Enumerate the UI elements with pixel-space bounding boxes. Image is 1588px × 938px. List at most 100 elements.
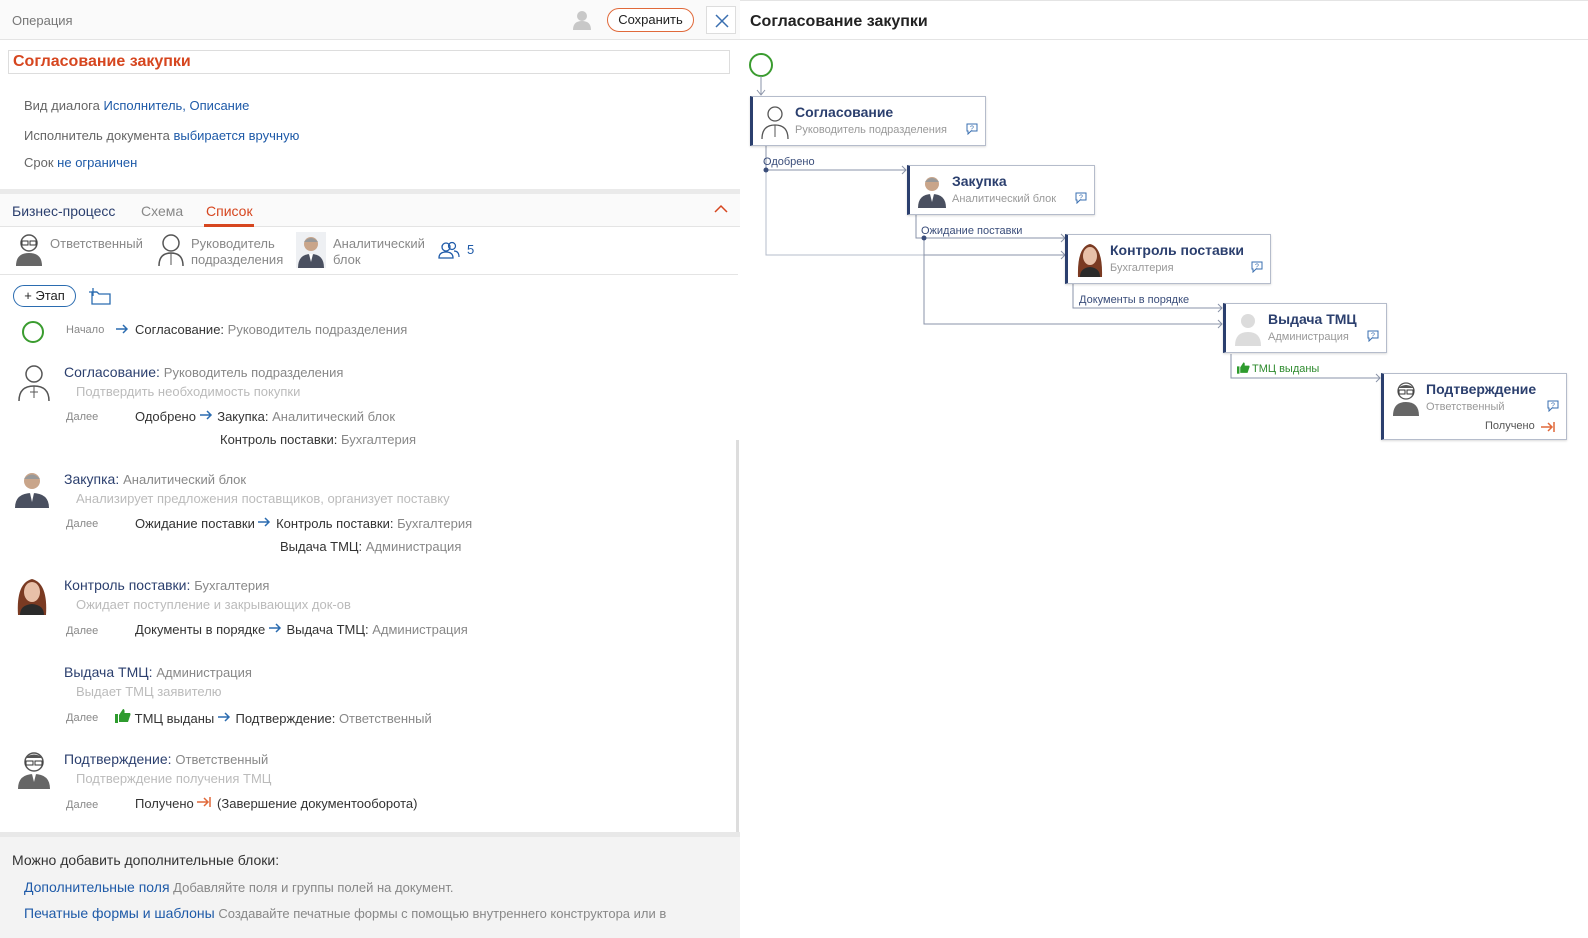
active-tab-indicator [204,224,254,227]
addon-link[interactable]: Печатные формы и шаблоны [24,905,215,921]
svg-text:?: ? [970,126,974,133]
end-arrow-icon [1541,422,1555,432]
user-icon[interactable] [572,10,592,30]
svg-text:?: ? [1371,333,1375,340]
svg-text:?: ? [1079,195,1083,202]
avatar-outline-icon [18,365,50,402]
panel-header: Операция Сохранить [0,0,740,40]
next-label: Далее [66,625,99,637]
stage-title[interactable]: Согласование: Руководитель подразделения [64,364,343,380]
help-icon[interactable]: ? [1250,261,1264,273]
role-responsible[interactable]: Ответственный [14,232,143,271]
stage-desc: Анализирует предложения поставщиков, орг… [76,491,450,506]
role-department-head[interactable]: Руководитель подразделения [156,232,283,271]
start-label: Начало [66,324,105,336]
addon-link[interactable]: Дополнительные поля [24,879,170,895]
avatar-outline-icon [158,234,184,267]
svg-text:?: ? [1255,264,1259,271]
addons-title: Можно добавить дополнительные блоки: [12,852,280,868]
help-icon[interactable]: ? [965,123,979,135]
tab-schema[interactable]: Схема [141,203,183,219]
transition[interactable]: Получено (Завершение документооборота) [135,796,417,811]
transition[interactable]: Ожидание поставки Контроль поставки: Бух… [135,516,472,531]
diagram-node[interactable]: Подтверждение Ответственный ? Получено [1381,373,1567,440]
stage-desc: Ожидает поступление и закрывающих док-ов [76,597,351,612]
edge-label: Одобрено [763,156,815,168]
diagram-node[interactable]: Контроль поставки Бухгалтерия ? [1065,234,1271,284]
svg-text:?: ? [1551,403,1555,410]
edge-label: ТМЦ выданы [1252,363,1320,375]
divider [0,274,738,275]
stage-title[interactable]: Контроль поставки: Бухгалтерия [64,577,269,593]
end-label: Получено [1485,420,1535,432]
tab-business-process[interactable]: Бизнес-процесс [12,203,115,219]
diagram-panel: Согласование закупки Согласование Руково… [740,0,1588,938]
scrollbar[interactable] [736,440,739,870]
stage-title[interactable]: Подтверждение: Ответственный [64,751,268,767]
executor-link[interactable]: выбирается вручную [173,128,299,143]
arrow-right-icon [258,517,271,527]
participants-icon[interactable] [438,241,460,259]
edge-label: Документы в порядке [1079,294,1190,306]
next-label: Далее [66,518,99,530]
stage-desc: Подтверждение получения ТМЦ [76,771,272,786]
diagram-node[interactable]: Выдача ТМЦ Администрация ? [1223,303,1387,353]
close-icon [715,14,729,28]
participants-count[interactable]: 5 [467,242,474,257]
panel-title: Операция [12,13,73,28]
arrow-right-icon [199,410,212,420]
transition[interactable]: Документы в порядке Выдача ТМЦ: Админист… [135,622,468,637]
stage-title[interactable]: Выдача ТМЦ: Администрация [64,664,252,680]
addon-item: Дополнительные поля Добавляйте поля и гр… [24,879,454,895]
chevron-up-icon[interactable] [714,204,728,214]
deadline-link[interactable]: не ограничен [57,155,137,170]
save-button[interactable]: Сохранить [607,8,694,32]
diagram-header: Согласование закупки [740,0,1588,40]
operation-name-input[interactable]: Согласование закупки [8,50,730,74]
avatar-photo-man [918,177,946,208]
avatar-photo-woman [12,575,52,615]
prop-executor: Исполнитель документа выбирается вручную [24,128,300,143]
avatar-outline-icon [761,106,789,139]
diagram-node[interactable]: Согласование Руководитель подразделения … [750,96,986,146]
avatar-placeholder-icon [1235,314,1261,346]
next-label: Далее [66,712,99,724]
tab-list[interactable]: Список [206,203,253,219]
end-arrow-icon [197,797,212,807]
operation-panel: Операция Сохранить Согласование закупки … [0,0,740,938]
transition[interactable]: ТМЦ выданы Подтверждение: Ответственный [115,709,432,726]
avatar-photo-man [296,232,326,268]
dialog-type-link[interactable]: Исполнитель, Описание [103,98,249,113]
diagram-title: Согласование закупки [750,13,928,30]
transition[interactable]: Выдача ТМЦ: Администрация [280,539,461,554]
close-button[interactable] [706,6,736,34]
transition[interactable]: Одобрено Закупка: Аналитический блок [135,409,395,424]
stage-title[interactable]: Закупка: Аналитический блок [64,471,246,487]
transition[interactable]: Контроль поставки: Бухгалтерия [220,432,416,447]
help-icon[interactable]: ? [1074,192,1088,204]
tab-bar: Бизнес-процесс Схема Список [0,194,740,227]
arrow-right-icon [268,623,281,633]
help-icon[interactable]: ? [1546,400,1560,412]
avatar-photo-woman [1077,244,1103,277]
avatar-glasses-icon [18,752,50,789]
start-icon [22,321,44,343]
next-label: Далее [66,799,99,811]
add-folder-icon[interactable] [88,287,112,305]
add-stage-button[interactable]: + Этап [13,285,76,307]
thumbs-up-icon [1237,362,1250,374]
avatar-glasses-icon [1393,382,1419,416]
addons-box: Можно добавить дополнительные блоки: Доп… [0,832,740,938]
addon-item: Печатные формы и шаблоны Создавайте печа… [24,905,667,921]
avatar-photo-man [12,468,52,508]
stage-desc: Выдает ТМЦ заявителю [76,684,222,699]
prop-dialog-type: Вид диалога Исполнитель, Описание [24,98,250,113]
role-analytics-block[interactable]: Аналитический блок [296,232,425,271]
start-target[interactable]: Согласование: Руководитель подразделения [135,322,407,337]
avatar-glasses-icon [16,234,42,266]
diagram-node[interactable]: Закупка Аналитический блок ? [907,165,1095,215]
thumbs-up-icon [115,709,131,723]
help-icon[interactable]: ? [1366,330,1380,342]
next-label: Далее [66,411,99,423]
arrow-right-icon [217,712,230,722]
